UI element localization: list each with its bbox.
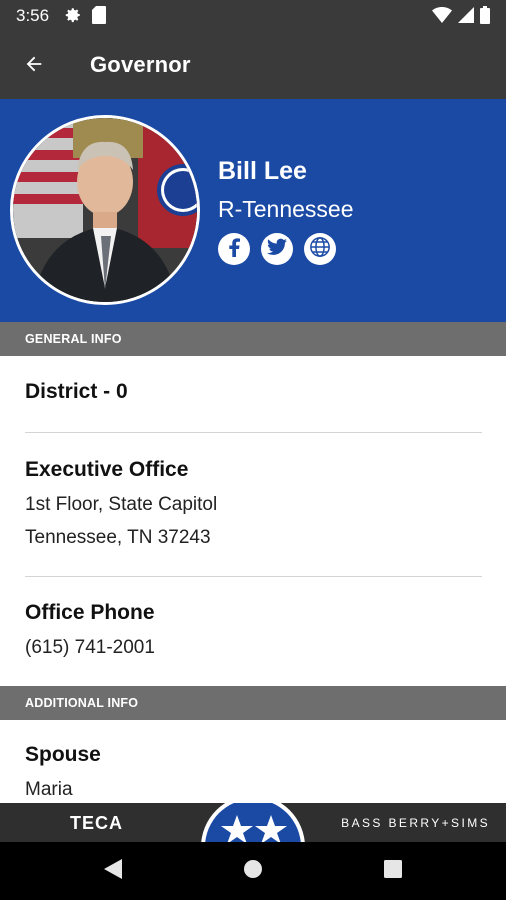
office-phone-value[interactable]: (615) 741-2001 (25, 637, 155, 659)
website-button[interactable] (304, 233, 336, 265)
system-nav-bar (0, 842, 506, 900)
app-bar: Governor (0, 32, 506, 99)
signal-icon (458, 7, 474, 28)
recents-square-icon (384, 859, 402, 883)
office-address-line1: 1st Floor, State Capitol (25, 494, 218, 515)
sd-card-icon (92, 6, 106, 29)
profile-hero: Bill Lee R-Tennessee (0, 99, 506, 322)
home-circle-icon (243, 859, 263, 884)
office-phone-label: Office Phone (25, 601, 155, 624)
sponsor-banner[interactable]: TECA BASS BERRY+SIMS (0, 803, 506, 842)
tennessee-tristar-logo (201, 803, 305, 842)
back-triangle-icon (104, 858, 122, 884)
spouse-label: Spouse (25, 743, 101, 766)
status-time: 3:56 (16, 6, 50, 25)
office-address-line2: Tennessee, TN 37243 (25, 527, 211, 548)
twitter-icon (267, 238, 287, 261)
profile-name: Bill Lee (218, 157, 307, 185)
status-bar: 3:56 (0, 0, 506, 32)
avatar (10, 115, 200, 305)
nav-back-button[interactable] (98, 856, 128, 886)
twitter-button[interactable] (261, 233, 293, 265)
facebook-button[interactable] (218, 233, 250, 265)
facebook-icon (225, 237, 243, 262)
nav-home-button[interactable] (238, 856, 268, 886)
back-button[interactable] (18, 50, 50, 82)
executive-office-label: Executive Office (25, 458, 189, 481)
divider (25, 576, 482, 577)
teca-logo: TECA (70, 813, 123, 833)
section-header-general-info: GENERAL INFO (0, 322, 506, 356)
section-header-additional-info: ADDITIONAL INFO (0, 686, 506, 720)
battery-icon (480, 6, 490, 29)
bass-berry-sims-logo: BASS BERRY+SIMS (341, 816, 490, 830)
profile-party-state: R-Tennessee (218, 196, 354, 222)
spouse-value: Maria (25, 779, 73, 800)
nav-recents-button[interactable] (378, 856, 408, 886)
arrow-left-icon (23, 53, 45, 80)
divider (25, 432, 482, 433)
social-links (218, 233, 336, 265)
page-title: Governor (90, 52, 191, 77)
gear-icon (64, 6, 82, 29)
district-label: District - 0 (25, 380, 128, 403)
globe-icon (309, 236, 331, 263)
wifi-icon (432, 7, 452, 28)
